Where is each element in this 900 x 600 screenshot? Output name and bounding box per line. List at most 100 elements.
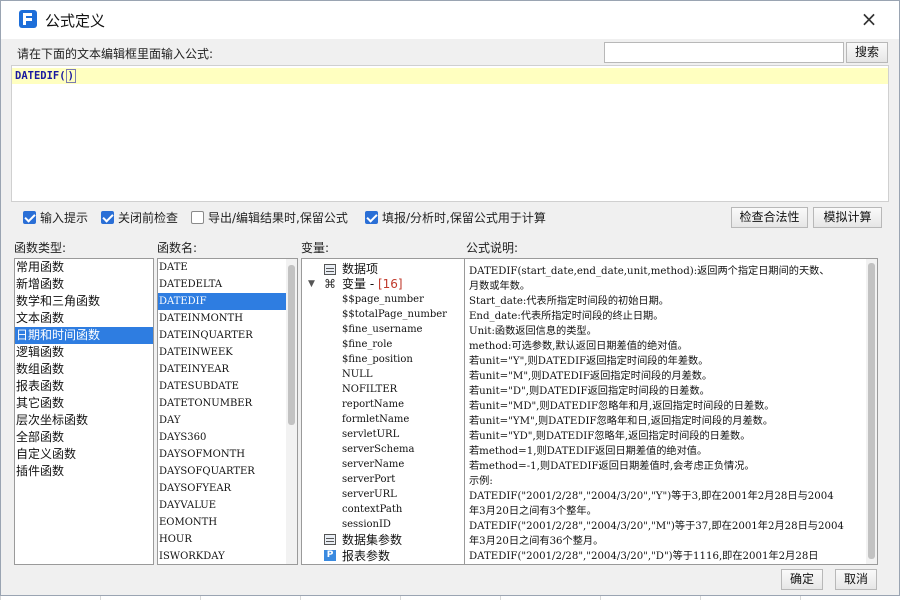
category-item-selected[interactable]: 日期和时间函数 — [15, 327, 153, 344]
category-item[interactable]: 层次坐标函数 — [15, 412, 153, 429]
function-item[interactable]: DATE — [158, 259, 297, 276]
dialog-title: 公式定义 — [45, 12, 106, 30]
tree-leaf[interactable]: serverPort — [302, 472, 464, 487]
cancel-button[interactable]: 取消 — [835, 569, 877, 590]
function-item[interactable]: DATEINMONTH — [158, 310, 297, 327]
function-item[interactable]: HOUR — [158, 531, 297, 548]
function-item[interactable]: DATEINYEAR — [158, 361, 297, 378]
description-line: DATEDIF("2001/2/28","2004/3/20","D")等于11… — [469, 551, 819, 562]
database-icon — [324, 264, 336, 275]
function-item[interactable]: DAY — [158, 412, 297, 429]
tree-leaf[interactable]: NOFILTER — [302, 382, 464, 397]
description-line: method:可选参数,默认返回日期差值的绝对值。 — [469, 341, 688, 352]
tree-node-report-params[interactable]: P 报表参数 — [302, 548, 464, 564]
description-line: 示例: — [469, 476, 493, 487]
export-keep-checkbox[interactable] — [191, 210, 204, 224]
formula-dialog: 公式定义 × 请在下面的文本编辑框里面输入公式: 搜索 DATEDIF() 输入… — [0, 0, 900, 596]
category-item[interactable]: 文本函数 — [15, 310, 153, 327]
category-item[interactable]: 新增函数 — [15, 276, 153, 293]
fill-keep-checkbox[interactable] — [365, 210, 378, 224]
description-line: DATEDIF("2001/2/28","2004/3/20","M")等于37… — [469, 521, 844, 532]
category-item[interactable]: 全部函数 — [15, 429, 153, 446]
tree-leaf[interactable]: formletName — [302, 412, 464, 427]
close-check-option[interactable]: 关闭前检查 — [101, 209, 178, 225]
variable-icon: ⌘ — [324, 277, 336, 291]
tree-leaf[interactable]: serverURL — [302, 487, 464, 502]
tree-leaf[interactable]: servletURL — [302, 427, 464, 442]
fill-keep-option[interactable]: 填报/分析时,保留公式用于计算 — [365, 209, 546, 225]
category-label: 函数类型: — [14, 241, 67, 255]
tree-leaf[interactable]: serverName — [302, 457, 464, 472]
formula-function-name: DATEDIF — [15, 70, 60, 82]
function-item[interactable]: DAYSOFYEAR — [158, 480, 297, 497]
tree-leaf[interactable]: sessionID — [302, 517, 464, 532]
tree-leaf[interactable]: serverSchema — [302, 442, 464, 457]
simulate-button[interactable]: 模拟计算 — [813, 207, 882, 228]
close-icon[interactable]: × — [857, 7, 881, 31]
close-check-checkbox[interactable] — [101, 210, 114, 224]
function-list-scroll-thumb[interactable] — [288, 265, 295, 425]
app-logo-icon — [19, 10, 37, 28]
category-item[interactable]: 数组函数 — [15, 361, 153, 378]
description-line: 若method=-1,则DATEDIF返回日期差值时,会考虑正负情况。 — [469, 461, 755, 472]
tree-leaf[interactable]: $$page_number — [302, 292, 464, 307]
tree-leaf[interactable]: $fine_username — [302, 322, 464, 337]
input-hint-checkbox[interactable] — [23, 210, 36, 224]
function-item[interactable]: DAYSOFQUARTER — [158, 463, 297, 480]
description-line: 若unit="YD",则DATEDIF忽略年,返回指定时间段的日差数。 — [469, 431, 751, 442]
title-bar: 公式定义 × — [1, 1, 899, 39]
tree-leaf[interactable]: $fine_position — [302, 352, 464, 367]
search-button[interactable]: 搜索 — [846, 42, 888, 63]
description-line: Unit:函数返回信息的类型。 — [469, 326, 597, 337]
tree-node-variables-label: 变量 - [16] — [342, 277, 403, 291]
tree-node-dataset-params[interactable]: 数据集参数 — [302, 532, 464, 548]
ok-button[interactable]: 确定 — [781, 569, 823, 590]
formula-editor[interactable]: DATEDIF() — [11, 65, 889, 202]
tree-leaf[interactable]: reportName — [302, 397, 464, 412]
tree-leaf[interactable]: contextPath — [302, 502, 464, 517]
function-item[interactable]: DATESUBDATE — [158, 378, 297, 395]
input-hint-option[interactable]: 输入提示 — [23, 209, 88, 225]
search-input[interactable] — [604, 42, 844, 63]
category-item[interactable]: 逻辑函数 — [15, 344, 153, 361]
function-item[interactable]: ISWORKDAY — [158, 548, 297, 564]
function-item[interactable]: DAYSOFMONTH — [158, 446, 297, 463]
function-list-scrollbar[interactable] — [286, 259, 297, 564]
description-panel: DATEDIF(start_date,end_date,unit,method)… — [464, 258, 878, 565]
function-item[interactable]: DAYVALUE — [158, 497, 297, 514]
description-scroll-thumb[interactable] — [868, 263, 875, 559]
variable-tree[interactable]: 数据项 ▼ ⌘ 变量 - [16] $$page_number $$totalP… — [301, 258, 465, 565]
tree-leaf[interactable]: $fine_role — [302, 337, 464, 352]
editor-prompt: 请在下面的文本编辑框里面输入公式: — [17, 47, 214, 61]
category-item[interactable]: 报表函数 — [15, 378, 153, 395]
category-item[interactable]: 数学和三角函数 — [15, 293, 153, 310]
formula-close-paren: ) — [65, 69, 76, 83]
tree-leaf[interactable]: NULL — [302, 367, 464, 382]
function-item[interactable]: EOMONTH — [158, 514, 297, 531]
category-item[interactable]: 自定义函数 — [15, 446, 153, 463]
function-item[interactable]: DATEDELTA — [158, 276, 297, 293]
function-item[interactable]: DATEINWEEK — [158, 344, 297, 361]
chevron-down-icon[interactable]: ▼ — [308, 277, 315, 292]
function-item-selected[interactable]: DATEDIF — [158, 293, 286, 310]
category-item[interactable]: 常用函数 — [15, 259, 153, 276]
tree-node-variables[interactable]: ▼ ⌘ 变量 - [16] — [302, 277, 464, 292]
current-line-highlight: DATEDIF() — [12, 68, 888, 84]
category-item[interactable]: 其它函数 — [15, 395, 153, 412]
tree-node-dataset[interactable]: 数据项 — [302, 262, 464, 277]
function-item[interactable]: DATEINQUARTER — [158, 327, 297, 344]
function-item[interactable]: DAYS360 — [158, 429, 297, 446]
export-keep-label: 导出/编辑结果时,保留公式 — [208, 210, 348, 225]
description-text: DATEDIF(start_date,end_date,unit,method)… — [469, 264, 865, 564]
function-item[interactable]: DATETONUMBER — [158, 395, 297, 412]
description-line: Start_date:代表所指定时间段的初始日期。 — [469, 296, 669, 307]
export-keep-option[interactable]: 导出/编辑结果时,保留公式 — [191, 209, 348, 225]
description-line: 年3月20日之间有36个整月。 — [469, 536, 604, 547]
category-list[interactable]: 常用函数 新增函数 数学和三角函数 文本函数 日期和时间函数 逻辑函数 数组函数… — [14, 258, 154, 565]
tree-leaf[interactable]: $$totalPage_number — [302, 307, 464, 322]
description-scrollbar[interactable] — [866, 259, 877, 564]
check-validity-button[interactable]: 检查合法性 — [731, 207, 808, 228]
function-list[interactable]: DATE DATEDELTA DATEDIF DATEINMONTH DATEI… — [157, 258, 298, 565]
category-item[interactable]: 插件函数 — [15, 463, 153, 480]
description-line: 年3月20日之间有3个整年。 — [469, 506, 597, 517]
